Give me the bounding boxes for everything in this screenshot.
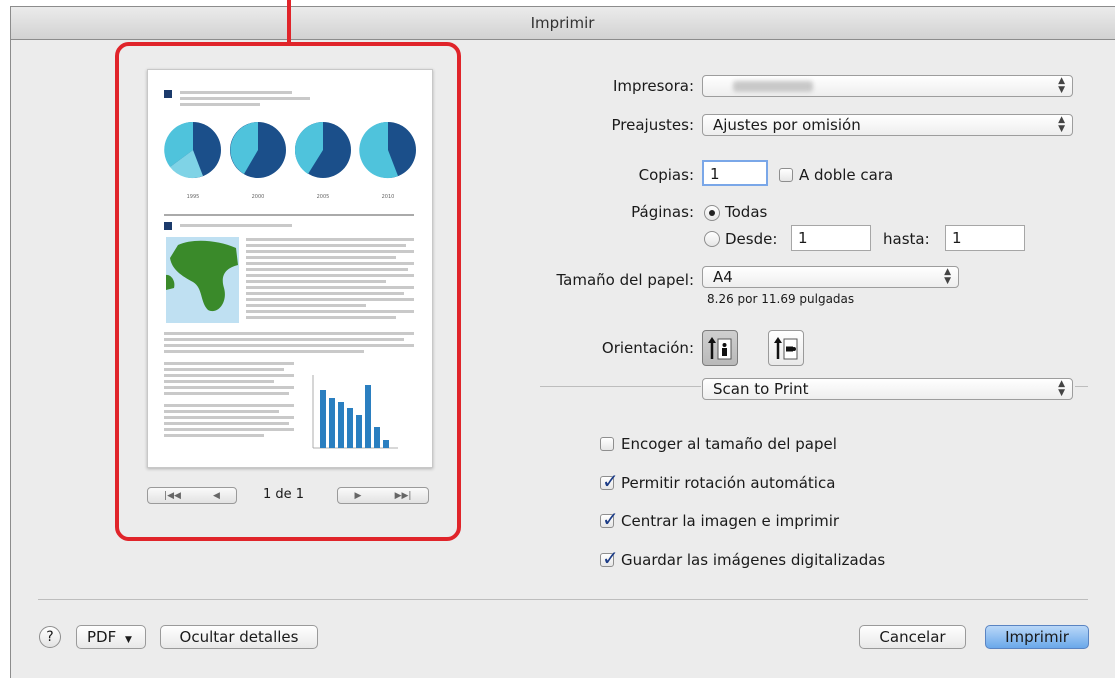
callout-highlight-box (115, 42, 461, 541)
portrait-icon (708, 337, 732, 360)
checkmark-icon: ✓ (602, 546, 619, 570)
printer-popup[interactable]: ▲ ▼ (702, 75, 1073, 97)
pages-from-field[interactable]: 1 (791, 225, 871, 251)
paper-size-label: Tamaño del papel: (556, 271, 695, 289)
paper-size-popup[interactable]: A4 ▲ ▼ (702, 266, 959, 288)
cancel-button[interactable]: Cancelar (859, 625, 966, 649)
auto-rotate-checkbox[interactable]: ✓ (600, 469, 619, 493)
save-scanned-images-label: Guardar las imágenes digitalizadas (621, 551, 886, 569)
pdf-menu-button[interactable]: PDF ▼ (76, 625, 146, 649)
pages-range-radio[interactable] (704, 231, 720, 247)
two-sided-checkbox[interactable] (779, 168, 793, 182)
shrink-to-paper-label: Encoger al tamaño del papel (621, 435, 837, 453)
popup-arrows-icon: ▲ ▼ (1058, 76, 1065, 95)
printer-label: Impresora: (612, 77, 694, 95)
hide-details-button[interactable]: Ocultar detalles (160, 625, 318, 649)
copies-field[interactable]: 1 (702, 160, 768, 186)
portrait-orientation-button[interactable] (702, 330, 738, 366)
section-popup[interactable]: Scan to Print ▲ ▼ (702, 378, 1073, 400)
center-image-label: Centrar la imagen e imprimir (621, 512, 840, 530)
callout-pointer-line (287, 0, 291, 44)
copies-label: Copias: (638, 166, 694, 184)
checkmark-icon: ✓ (602, 507, 619, 531)
orientation-label: Orientación: (601, 339, 694, 357)
section-divider-right (1075, 386, 1088, 387)
printer-name-blurred (733, 81, 813, 92)
center-image-checkbox[interactable]: ✓ (600, 507, 619, 531)
landscape-icon (774, 337, 798, 360)
popup-arrows-icon: ▲ ▼ (1058, 115, 1065, 134)
paper-size-value: A4 (713, 268, 733, 286)
landscape-orientation-button[interactable] (768, 330, 804, 366)
window-title: Imprimir (530, 14, 595, 32)
pages-from-label: Desde: (725, 230, 778, 248)
popup-arrows-icon: ▲ ▼ (1058, 379, 1065, 398)
section-value: Scan to Print (713, 380, 809, 398)
two-sided-label: A doble cara (799, 166, 894, 184)
dropdown-arrow-icon: ▼ (125, 635, 132, 645)
paper-size-dimensions: 8.26 por 11.69 pulgadas (707, 292, 855, 306)
pages-to-field[interactable]: 1 (945, 225, 1025, 251)
auto-rotate-label: Permitir rotación automática (621, 474, 836, 492)
pdf-label: PDF (87, 628, 117, 646)
print-button[interactable]: Imprimir (985, 625, 1089, 649)
footer-divider (38, 599, 1088, 600)
pages-all-label: Todas (725, 203, 768, 221)
presets-popup[interactable]: Ajustes por omisión ▲ ▼ (702, 114, 1073, 136)
save-scanned-images-checkbox[interactable]: ✓ (600, 546, 619, 570)
pages-to-label: hasta: (883, 230, 930, 248)
section-divider-left (540, 386, 701, 387)
presets-label: Preajustes: (611, 116, 694, 134)
presets-value: Ajustes por omisión (713, 116, 861, 134)
checkmark-icon: ✓ (602, 469, 619, 493)
pages-all-radio[interactable] (704, 205, 720, 221)
pages-label: Páginas: (631, 203, 694, 221)
popup-arrows-icon: ▲ ▼ (944, 267, 951, 286)
shrink-to-paper-checkbox[interactable] (600, 437, 614, 451)
help-button[interactable]: ? (39, 626, 61, 648)
